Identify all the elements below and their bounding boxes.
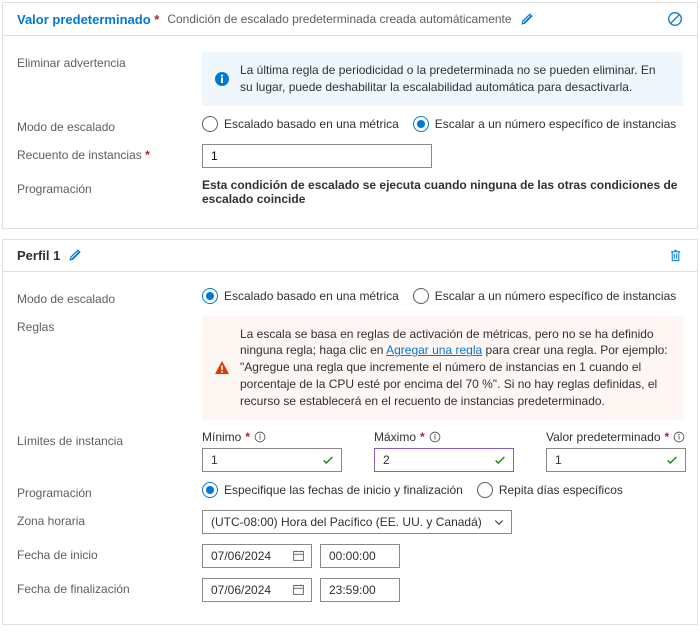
radio-label: Repita días específicos bbox=[499, 483, 623, 497]
calendar-icon bbox=[292, 549, 305, 562]
default-input[interactable]: 1 bbox=[546, 448, 686, 472]
time-value: 23:59:00 bbox=[329, 583, 376, 597]
instance-count-input[interactable] bbox=[202, 144, 432, 168]
row-start-date: Fecha de inicio 07/06/2024 00:00:00 bbox=[17, 544, 683, 568]
required-mark: * bbox=[245, 430, 250, 444]
default-condition-card: Valor predeterminado * Condición de esca… bbox=[2, 2, 698, 229]
start-time-input[interactable]: 00:00:00 bbox=[320, 544, 400, 568]
edit-icon[interactable] bbox=[520, 12, 534, 26]
row-label: Recuento de instancias * bbox=[17, 144, 192, 162]
min-input[interactable]: 1 bbox=[202, 448, 342, 472]
required-mark: * bbox=[420, 430, 425, 444]
edit-icon[interactable] bbox=[68, 248, 82, 262]
row-label: Programación bbox=[17, 178, 192, 196]
info-text: La última regla de periodicidad o la pre… bbox=[240, 62, 671, 96]
row-label: Zona horaria bbox=[17, 510, 192, 528]
row-end-date: Fecha de finalización 07/06/2024 23:59:0… bbox=[17, 578, 683, 602]
profile-card: Perfil 1 Modo de escalado Escalado basad… bbox=[2, 239, 698, 625]
delete-icon[interactable] bbox=[668, 248, 683, 263]
radio-label: Escalar a un número específico de instan… bbox=[435, 289, 676, 303]
radio-date-range[interactable]: Especifique las fechas de inicio y final… bbox=[202, 482, 463, 498]
add-rule-link[interactable]: Agregar una regla bbox=[386, 343, 482, 357]
radio-label: Escalado basado en una métrica bbox=[224, 289, 399, 303]
row-warning: Eliminar advertencia La última regla de … bbox=[17, 52, 683, 106]
warning-icon bbox=[214, 326, 230, 410]
row-label: Programación bbox=[17, 482, 192, 500]
card-title-text: Valor predeterminado bbox=[17, 12, 151, 27]
input-value: 1 bbox=[211, 453, 218, 467]
row-label: Límites de instancia bbox=[17, 430, 192, 448]
required-mark: * bbox=[154, 12, 159, 27]
row-label: Reglas bbox=[17, 316, 192, 334]
checkmark-icon bbox=[493, 453, 507, 467]
row-timezone: Zona horaria (UTC-08:00) Hora del Pacífi… bbox=[17, 510, 683, 534]
radio-label: Especifique las fechas de inicio y final… bbox=[224, 483, 463, 497]
disable-icon[interactable] bbox=[667, 11, 683, 27]
info-icon[interactable] bbox=[673, 431, 685, 443]
limit-min: Mínimo * 1 bbox=[202, 430, 342, 472]
card-body: Modo de escalado Escalado basado en una … bbox=[3, 272, 697, 624]
radio-scale-metric[interactable]: Escalado basado en una métrica bbox=[202, 116, 399, 132]
card-body: Eliminar advertencia La última regla de … bbox=[3, 36, 697, 228]
card-title: Perfil 1 bbox=[17, 248, 60, 263]
limit-label-text: Máximo bbox=[374, 430, 416, 444]
input-value: 2 bbox=[383, 453, 390, 467]
card-header: Valor predeterminado * Condición de esca… bbox=[3, 3, 697, 36]
row-scale-mode: Modo de escalado Escalado basado en una … bbox=[17, 116, 683, 134]
info-icon[interactable] bbox=[429, 431, 441, 443]
card-subtitle: Condición de escalado predeterminada cre… bbox=[167, 12, 511, 26]
required-mark: * bbox=[145, 148, 150, 162]
time-value: 00:00:00 bbox=[329, 549, 376, 563]
info-icon bbox=[214, 62, 230, 96]
timezone-select[interactable]: (UTC-08:00) Hora del Pacífico (EE. UU. y… bbox=[202, 510, 512, 534]
warning-callout: La escala se basa en reglas de activació… bbox=[202, 316, 683, 420]
end-time-input[interactable]: 23:59:00 bbox=[320, 578, 400, 602]
max-input[interactable]: 2 bbox=[374, 448, 514, 472]
limit-default: Valor predeterminado * 1 bbox=[546, 430, 686, 472]
warning-text: La escala se basa en reglas de activació… bbox=[240, 326, 671, 410]
row-schedule: Programación Esta condición de escalado … bbox=[17, 178, 683, 206]
row-instance-count: Recuento de instancias * bbox=[17, 144, 683, 168]
row-label: Modo de escalado bbox=[17, 288, 192, 306]
row-instance-limits: Límites de instancia Mínimo * 1 bbox=[17, 430, 683, 472]
required-mark: * bbox=[665, 430, 670, 444]
limit-max: Máximo * 2 bbox=[374, 430, 514, 472]
limit-label-text: Mínimo bbox=[202, 430, 241, 444]
info-callout: La última regla de periodicidad o la pre… bbox=[202, 52, 683, 106]
checkmark-icon bbox=[321, 453, 335, 467]
row-rules: Reglas La escala se basa en reglas de ac… bbox=[17, 316, 683, 420]
checkmark-icon bbox=[665, 453, 679, 467]
row-label: Eliminar advertencia bbox=[17, 52, 192, 70]
limit-label-text: Valor predeterminado bbox=[546, 430, 661, 444]
chevron-down-icon bbox=[493, 516, 505, 528]
row-label: Modo de escalado bbox=[17, 116, 192, 134]
radio-label: Escalar a un número específico de instan… bbox=[435, 117, 676, 131]
radio-scale-count[interactable]: Escalar a un número específico de instan… bbox=[413, 116, 676, 132]
row-schedule-mode: Programación Especifique las fechas de i… bbox=[17, 482, 683, 500]
end-date-input[interactable]: 07/06/2024 bbox=[202, 578, 312, 602]
calendar-icon bbox=[292, 583, 305, 596]
input-value: 1 bbox=[555, 453, 562, 467]
row-label-text: Recuento de instancias bbox=[17, 148, 142, 162]
card-header: Perfil 1 bbox=[3, 240, 697, 272]
start-date-input[interactable]: 07/06/2024 bbox=[202, 544, 312, 568]
schedule-description: Esta condición de escalado se ejecuta cu… bbox=[202, 178, 683, 206]
info-icon[interactable] bbox=[254, 431, 266, 443]
date-value: 07/06/2024 bbox=[211, 549, 271, 563]
radio-repeat-days[interactable]: Repita días específicos bbox=[477, 482, 623, 498]
date-value: 07/06/2024 bbox=[211, 583, 271, 597]
row-label: Fecha de finalización bbox=[17, 578, 192, 596]
radio-scale-count[interactable]: Escalar a un número específico de instan… bbox=[413, 288, 676, 304]
row-scale-mode: Modo de escalado Escalado basado en una … bbox=[17, 288, 683, 306]
card-title: Valor predeterminado * bbox=[17, 12, 159, 27]
radio-label: Escalado basado en una métrica bbox=[224, 117, 399, 131]
radio-scale-metric[interactable]: Escalado basado en una métrica bbox=[202, 288, 399, 304]
select-value: (UTC-08:00) Hora del Pacífico (EE. UU. y… bbox=[211, 515, 482, 529]
row-label: Fecha de inicio bbox=[17, 544, 192, 562]
